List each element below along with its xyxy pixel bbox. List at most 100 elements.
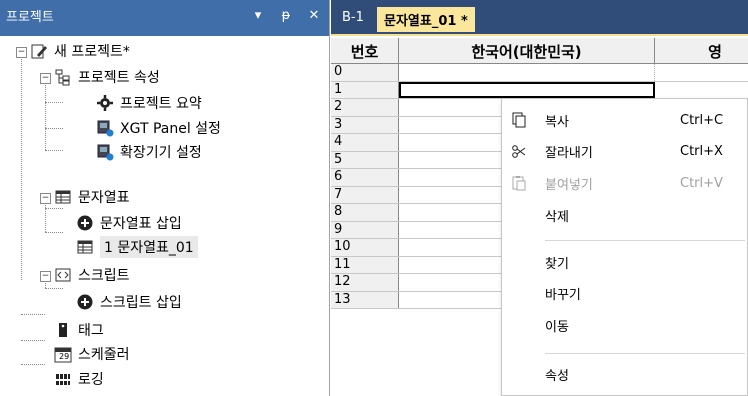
tree-label-root: 새 프로젝트* (54, 44, 130, 60)
row-number[interactable]: 12 (331, 274, 399, 291)
calendar-day-text: 29 (59, 352, 70, 361)
column-header-number[interactable]: 번호 (331, 38, 399, 64)
menu-shortcut-paste: Ctrl+V (680, 175, 723, 191)
project-panel: 프로젝트 ▾ ᵽ ✕ − 새 프로젝트* − 프로젝트 속성 프로젝트 요약 X… (0, 0, 330, 396)
tree-item-project-summary[interactable]: 프로젝트 요약 (96, 92, 202, 114)
tree-label-project-summary: 프로젝트 요약 (120, 96, 202, 112)
root-expander[interactable]: − (16, 47, 27, 58)
tree-label-xgt-panel: XGT Panel 설정 (120, 121, 221, 137)
table-row[interactable]: 1 (331, 81, 748, 99)
copy-icon (510, 111, 528, 129)
menu-label-replace: 바꾸기 (545, 287, 581, 303)
pin-icon[interactable]: ᵽ (279, 8, 293, 23)
tree-label-string-table: 문자열표 (78, 190, 130, 206)
row-number[interactable]: 3 (331, 116, 399, 133)
tree-item-scheduler[interactable]: 29 스케줄러 (54, 343, 130, 365)
tree-label-expansion: 확장기기 설정 (120, 145, 202, 161)
document-tabbar: B-1 문자열표_01 * (331, 0, 748, 36)
project-panel-title: 프로젝트 (6, 10, 54, 25)
tree-item-expansion[interactable]: 확장기기 설정 (96, 141, 202, 163)
tree-item-partial[interactable] (54, 392, 78, 396)
menu-label-find: 찾기 (545, 256, 569, 272)
calendar-icon: 29 (54, 345, 72, 363)
row-number[interactable]: 7 (331, 186, 399, 203)
menu-label-paste: 붙여넣기 (545, 177, 593, 193)
panel-menu-icon[interactable]: ▾ (251, 8, 265, 23)
expansion-settings-icon (96, 143, 114, 161)
add-icon (76, 214, 94, 232)
menu-item-paste[interactable]: 붙여넣기 Ctrl+V (502, 169, 748, 197)
column-header-korean[interactable]: 한국어(대한민국) (399, 38, 655, 64)
tab-string-table-01[interactable]: 문자열표_01 * (377, 7, 475, 32)
row-number[interactable]: 10 (331, 239, 399, 256)
row-number[interactable]: 11 (331, 256, 399, 273)
row-number[interactable]: 4 (331, 134, 399, 151)
menu-label-copy: 복사 (545, 114, 569, 130)
paste-icon (510, 174, 528, 192)
row-number[interactable]: 1 (331, 81, 399, 98)
context-menu: 복사 Ctrl+C 잘라내기 Ctrl+X 붙여넣기 Ctrl+V 삭제 찾기 … (501, 98, 748, 396)
project-tree: − 새 프로젝트* − 프로젝트 속성 프로젝트 요약 XGT Panel 설정… (0, 36, 329, 396)
row-number[interactable]: 9 (331, 221, 399, 238)
tree-label-scheduler: 스케줄러 (78, 347, 130, 363)
menu-item-cut[interactable]: 잘라내기 Ctrl+X (502, 137, 748, 165)
script-icon (54, 266, 72, 284)
row-number[interactable]: 6 (331, 169, 399, 186)
scissors-icon (510, 142, 528, 160)
table-row[interactable]: 0 (331, 64, 748, 82)
row-number[interactable]: 8 (331, 204, 399, 221)
tree-label-tag: 태그 (78, 323, 104, 339)
column-header-english[interactable]: 영 (655, 38, 748, 64)
project-edit-icon (30, 42, 48, 60)
tree-item-insert-string-table[interactable]: 문자열표 삽입 (76, 212, 182, 234)
project-props-expander[interactable]: − (40, 73, 51, 84)
menu-label-properties: 속성 (545, 368, 569, 384)
row-number[interactable]: 13 (331, 291, 399, 308)
hierarchy-icon (54, 68, 72, 86)
tree-item-root[interactable]: 새 프로젝트* (30, 40, 130, 62)
tree-item-insert-script[interactable]: 스크립트 삽입 (76, 291, 182, 313)
tree-item-logging[interactable]: 로깅 (54, 368, 104, 390)
menu-item-find[interactable]: 찾기 (502, 248, 748, 276)
active-cell[interactable] (399, 81, 655, 98)
tree-label-logging: 로깅 (78, 372, 104, 388)
tree-label-insert-string-table: 문자열표 삽입 (100, 216, 182, 232)
menu-shortcut-cut: Ctrl+X (680, 143, 723, 159)
korean-cell[interactable] (399, 64, 655, 81)
menu-item-copy[interactable]: 복사 Ctrl+C (502, 106, 748, 134)
menu-label-goto: 이동 (545, 319, 569, 335)
menu-item-goto[interactable]: 이동 (502, 311, 748, 339)
script-expander[interactable]: − (40, 271, 51, 282)
logging-icon (54, 370, 72, 388)
tree-item-xgt-panel[interactable]: XGT Panel 설정 (96, 117, 221, 139)
row-number[interactable]: 2 (331, 99, 399, 116)
panel-settings-icon (96, 119, 114, 137)
table-icon (76, 238, 94, 256)
grid-header: 번호 한국어(대한민국) 영 (331, 38, 748, 64)
gear-icon (96, 94, 114, 112)
row-number[interactable]: 5 (331, 151, 399, 168)
string-table-expander[interactable]: − (40, 193, 51, 204)
menu-shortcut-copy: Ctrl+C (680, 112, 724, 128)
menu-item-delete[interactable]: 삭제 (502, 201, 748, 229)
tree-label-project-props: 프로젝트 속성 (78, 70, 160, 86)
tree-label-string-table-01: 1 문자열표_01 (100, 236, 198, 258)
menu-item-replace[interactable]: 바꾸기 (502, 279, 748, 307)
tree-item-string-table[interactable]: 문자열표 (54, 186, 130, 208)
menu-label-delete: 삭제 (545, 209, 569, 225)
tree-item-tag[interactable]: 태그 (54, 319, 104, 341)
add-icon (76, 293, 94, 311)
tab-b1[interactable]: B-1 (335, 7, 371, 32)
row-number[interactable]: 0 (331, 64, 399, 81)
menu-separator (545, 240, 745, 241)
menu-label-cut: 잘라내기 (545, 145, 593, 161)
tree-label-script: 스크립트 (78, 268, 130, 284)
tag-icon (54, 321, 72, 339)
tree-item-string-table-01[interactable]: 1 문자열표_01 (76, 236, 198, 258)
menu-separator (545, 353, 745, 354)
tree-item-project-props[interactable]: 프로젝트 속성 (54, 66, 160, 88)
table-icon (54, 188, 72, 206)
menu-item-properties[interactable]: 속성 (502, 360, 748, 388)
close-panel-icon[interactable]: ✕ (307, 8, 321, 23)
tree-item-script[interactable]: 스크립트 (54, 264, 130, 286)
